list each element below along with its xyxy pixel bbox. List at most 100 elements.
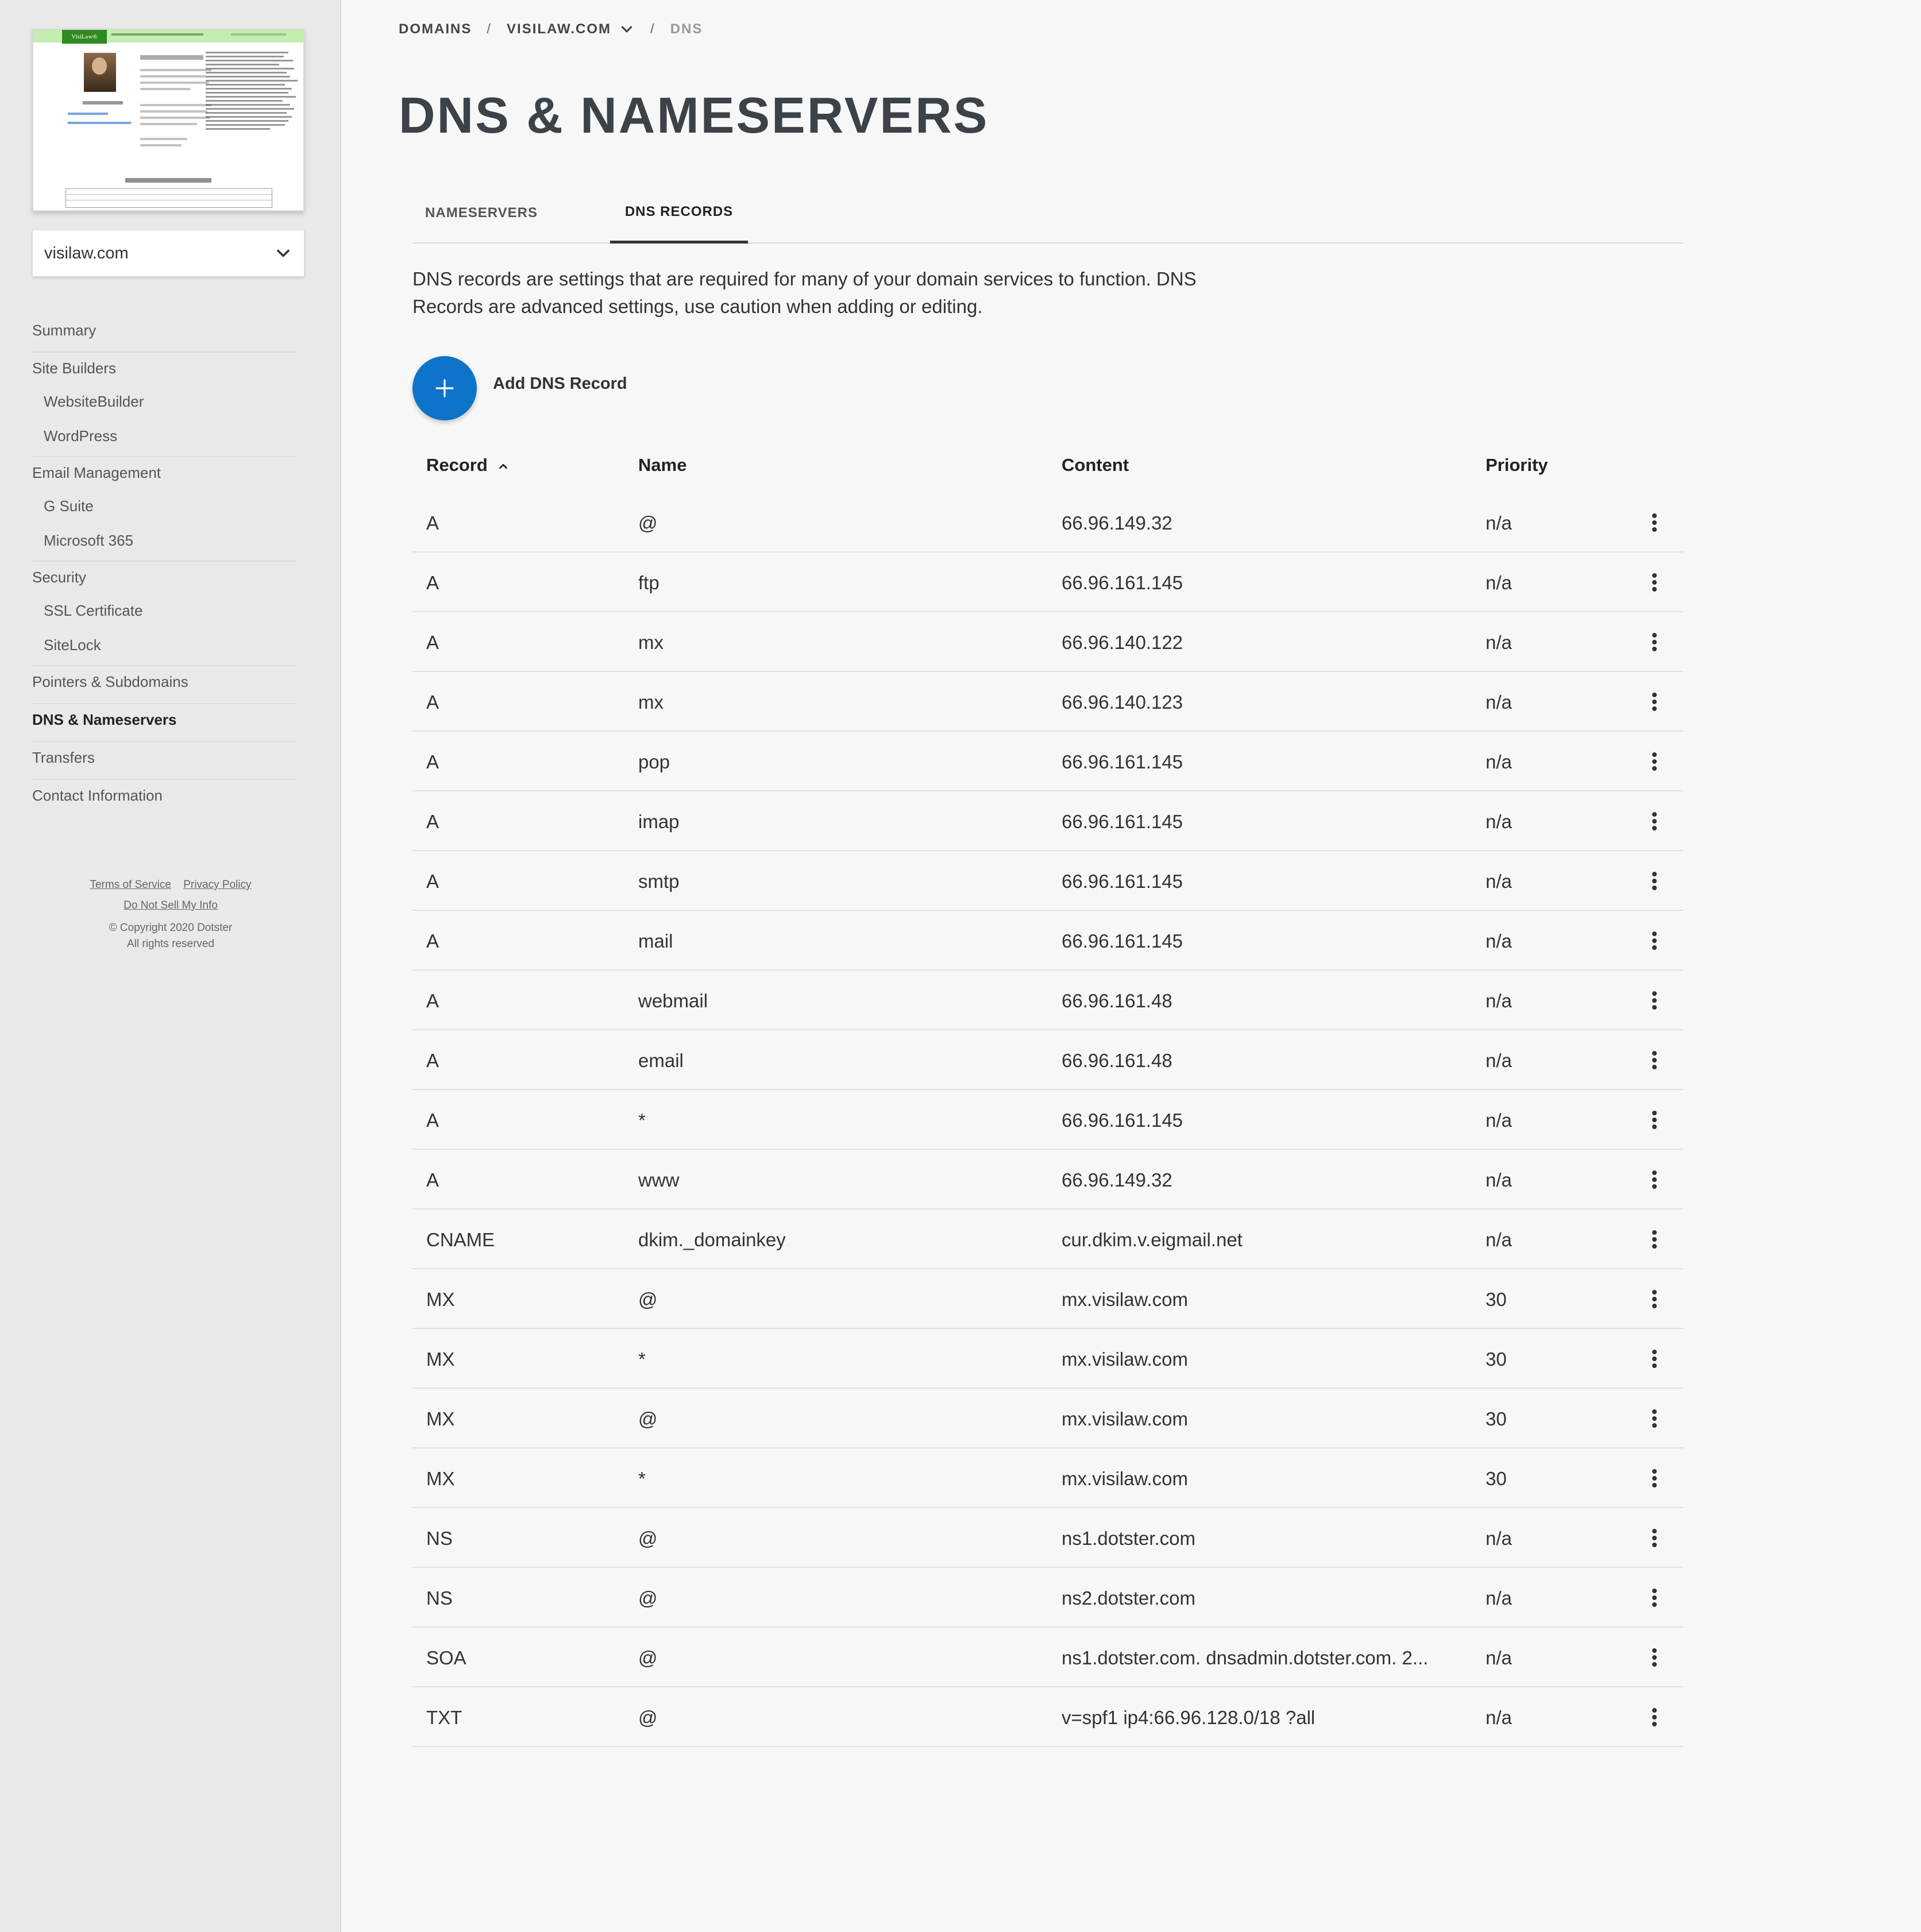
row-actions-button[interactable] <box>1643 1168 1666 1191</box>
row-actions-button[interactable] <box>1643 1049 1666 1072</box>
table-row: Aimap 66.96.161.145 n/a <box>412 791 1683 851</box>
cell-record: A <box>426 930 439 952</box>
sidebar-item-dns-nameservers[interactable]: DNS & Nameservers <box>32 704 296 742</box>
cell-priority: 30 <box>1486 1348 1507 1370</box>
row-actions-button[interactable] <box>1643 1586 1666 1609</box>
row-actions-button[interactable] <box>1643 1347 1666 1370</box>
cell-record: A <box>426 512 439 534</box>
sidebar-item-g-suite[interactable]: G Suite <box>32 492 296 526</box>
row-actions-button[interactable] <box>1643 1646 1666 1669</box>
more-vertical-icon <box>1652 1648 1657 1667</box>
tab-nameservers[interactable]: NAMESERVERS <box>412 183 550 244</box>
intro-text-line: DNS records are settings that are requir… <box>412 268 1197 289</box>
row-actions-button[interactable] <box>1643 631 1666 654</box>
preview-how-heading <box>83 101 123 105</box>
row-actions-button[interactable] <box>1643 571 1666 594</box>
cell-content: 66.96.161.145 <box>1062 871 1183 892</box>
intro-text-line: Records are advanced settings, use cauti… <box>412 296 983 317</box>
sidebar-item-security[interactable]: Security <box>32 562 296 596</box>
sidebar-item-transfers[interactable]: Transfers <box>32 742 296 780</box>
cell-name: smtp <box>638 871 680 892</box>
more-vertical-icon <box>1652 573 1657 592</box>
row-actions-button[interactable] <box>1643 1108 1666 1131</box>
more-vertical-icon <box>1652 633 1657 651</box>
sidebar-item-email-management[interactable]: Email Management <box>32 457 296 492</box>
domain-select[interactable]: visilaw.com <box>32 230 304 277</box>
sidebar-item-site-builders[interactable]: Site Builders <box>32 353 296 387</box>
cell-record: MX <box>426 1348 455 1370</box>
sidebar-item-contact-information[interactable]: Contact Information <box>32 780 296 818</box>
table-row: MX @ mx.visilaw.com 30 <box>412 1269 1683 1329</box>
cell-content: 66.96.161.145 <box>1062 930 1183 952</box>
cell-content: 66.96.149.32 <box>1062 512 1172 534</box>
cell-content: 66.96.161.145 <box>1062 572 1183 593</box>
terms-of-service-link[interactable]: Terms of Service <box>90 879 171 891</box>
row-actions-button[interactable] <box>1643 870 1666 892</box>
row-actions-button[interactable] <box>1643 1527 1666 1550</box>
cell-name: @ <box>638 1647 658 1668</box>
row-actions-button[interactable] <box>1643 750 1666 773</box>
cell-priority: n/a <box>1486 632 1512 653</box>
sidebar-item-summary[interactable]: Summary <box>32 315 296 353</box>
preview-link <box>68 113 108 115</box>
row-actions-button[interactable] <box>1643 1407 1666 1430</box>
breadcrumb-separator: / <box>487 21 492 37</box>
row-actions-button[interactable] <box>1643 511 1666 534</box>
cell-record: A <box>426 572 439 593</box>
more-vertical-icon <box>1652 693 1657 711</box>
preview-heading <box>140 55 203 60</box>
cell-content: 66.96.161.145 <box>1062 1110 1183 1131</box>
row-actions-button[interactable] <box>1643 1467 1666 1490</box>
sidebar-item-ssl-certificate[interactable]: SSL Certificate <box>32 596 296 631</box>
cell-record: A <box>426 751 439 772</box>
row-actions-button[interactable] <box>1643 690 1666 713</box>
table-header: Record Name Content Priority <box>412 442 1683 493</box>
column-header-record[interactable]: Record <box>426 455 511 476</box>
sidebar-item-sitelock[interactable]: SiteLock <box>32 631 296 665</box>
row-actions-button[interactable] <box>1643 929 1666 952</box>
rights-text: All rights reserved <box>126 938 215 950</box>
more-vertical-icon <box>1652 1529 1657 1547</box>
breadcrumb-domain[interactable]: VISILAW.COM <box>507 21 611 37</box>
site-preview-thumbnail[interactable]: VisiLaw® <box>32 29 304 211</box>
tabs: NAMESERVERS DNS RECORDS <box>412 183 1683 244</box>
sidebar-item-microsoft-365[interactable]: Microsoft 365 <box>32 526 296 561</box>
cell-record: A <box>426 811 439 832</box>
cell-record: A <box>426 871 439 892</box>
row-actions-button[interactable] <box>1643 989 1666 1012</box>
copyright-text: © Copyright 2020 Dotster <box>109 922 233 934</box>
cell-name: mx <box>638 632 664 653</box>
sidebar-item-wordpress[interactable]: WordPress <box>32 422 296 456</box>
privacy-policy-link[interactable]: Privacy Policy <box>183 879 251 891</box>
row-actions-button[interactable] <box>1643 810 1666 833</box>
do-not-sell-link[interactable]: Do Not Sell My Info <box>124 899 218 911</box>
sidebar: VisiLaw® visilaw.com Summary Site Builde… <box>0 0 341 1932</box>
table-row: NS @ ns2.dotster.com n/a <box>412 1568 1683 1628</box>
breadcrumb-domains[interactable]: DOMAINS <box>399 21 472 37</box>
cell-record: NS <box>426 1587 453 1609</box>
row-actions-button[interactable] <box>1643 1228 1666 1251</box>
chevron-up-icon <box>499 463 508 469</box>
row-actions-button[interactable] <box>1643 1288 1666 1311</box>
cell-content: 66.96.161.145 <box>1062 751 1183 772</box>
cell-content: 66.96.161.48 <box>1062 990 1172 1011</box>
cell-record: SOA <box>426 1647 466 1668</box>
row-actions-button[interactable] <box>1643 1706 1666 1729</box>
cell-name: webmail <box>638 990 708 1011</box>
column-header-content: Content <box>1062 455 1129 475</box>
sidebar-group-site-builders: Site Builders WebsiteBuilder WordPress <box>32 353 296 457</box>
add-dns-record-label[interactable]: Add DNS Record <box>493 374 627 393</box>
more-vertical-icon <box>1652 1111 1657 1129</box>
sidebar-item-pointers-subdomains[interactable]: Pointers & Subdomains <box>32 666 296 704</box>
page-title: DNS & NAMESERVERS <box>399 87 989 144</box>
cell-content: 66.96.161.48 <box>1062 1050 1172 1071</box>
cell-priority: n/a <box>1486 691 1512 713</box>
tab-dns-records[interactable]: DNS RECORDS <box>610 183 748 244</box>
preview-table <box>65 188 272 208</box>
cell-name: pop <box>638 751 670 772</box>
cell-name: email <box>638 1050 684 1071</box>
chevron-down-icon[interactable] <box>618 21 635 38</box>
add-dns-record-button[interactable] <box>412 356 477 420</box>
preview-photo <box>84 53 116 92</box>
sidebar-item-websitebuilder[interactable]: WebsiteBuilder <box>32 387 296 422</box>
